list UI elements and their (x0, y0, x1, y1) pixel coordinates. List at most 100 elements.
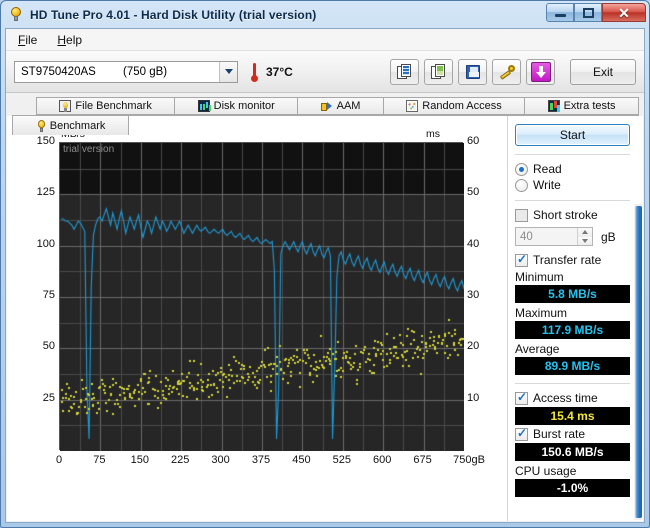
short-stroke-unit: gB (601, 229, 616, 244)
chevron-down-icon (582, 238, 588, 243)
scrollbar-thumb[interactable] (635, 206, 642, 518)
drive-model-label: ST9750420AS (21, 65, 96, 78)
aam-icon (320, 100, 333, 112)
x-tick: 675 (413, 454, 432, 466)
minimum-value: 5.8 MB/s (515, 285, 630, 303)
x-tick: 600 (373, 454, 392, 466)
average-label: Average (515, 342, 560, 356)
tab-benchmark[interactable]: Benchmark (12, 115, 130, 135)
menu-item-help[interactable]: Help (53, 31, 92, 49)
window-frame: HD Tune Pro 4.01 - Hard Disk Utility (tr… (0, 0, 650, 528)
divider-1 (515, 154, 630, 155)
tab-aam-label: AAM (336, 100, 361, 112)
copy-to-clipboard-button[interactable] (390, 58, 419, 85)
benchmark-icon (36, 119, 46, 132)
options-button[interactable] (492, 58, 521, 85)
y-tick-right: 40 (467, 237, 480, 250)
checkbox-short-stroke[interactable]: Short stroke (515, 208, 630, 222)
y-tick-right: 10 (467, 391, 480, 404)
copy-image-icon (430, 63, 447, 80)
checkbox-transfer-rate[interactable]: Transfer rate (515, 252, 630, 267)
toolbar-buttons: Exit (390, 58, 636, 85)
y-tick-right: 30 (467, 289, 480, 301)
random-access-icon (406, 100, 419, 112)
tab-row-secondary: File Benchmark Disk monitor AAM Random A… (12, 97, 639, 115)
burst-rate-label: Burst rate (533, 427, 586, 441)
checkbox-access-time[interactable]: Access time (515, 390, 630, 405)
minimize-button[interactable] (546, 3, 574, 22)
average-value: 89.9 MB/s (515, 357, 630, 375)
close-button[interactable]: ✕ (602, 3, 646, 22)
divider-3 (515, 383, 630, 384)
disk-monitor-icon (197, 100, 210, 112)
drive-select[interactable]: ST9750420AS (750 gB) (14, 60, 238, 83)
start-button[interactable]: Start (515, 124, 630, 146)
window-title: HD Tune Pro 4.01 - Hard Disk Utility (tr… (30, 7, 317, 22)
download-button[interactable] (526, 58, 555, 85)
window-controls: ✕ (546, 3, 646, 22)
x-tick: 150 (130, 454, 149, 466)
titlebar: HD Tune Pro 4.01 - Hard Disk Utility (tr… (1, 1, 649, 28)
stepper-up-button[interactable] (577, 228, 592, 237)
tab-random-access-label: Random Access (422, 100, 502, 112)
cpu-usage-label: CPU usage (515, 464, 577, 478)
plot-canvas (60, 143, 464, 451)
access-time-checkbox[interactable] (515, 390, 528, 405)
cpu-usage-value: -1.0% (515, 479, 630, 497)
tab-aam[interactable]: AAM (297, 97, 384, 115)
tab-random-access[interactable]: Random Access (382, 97, 526, 115)
menu-file-rest: ile (25, 32, 38, 47)
checkbox-burst-rate[interactable]: Burst rate (515, 426, 630, 441)
minimum-label: Minimum (515, 270, 564, 284)
drive-capacity-label: (750 gB) (123, 65, 168, 78)
y-tick-right: 50 (467, 186, 480, 199)
floppy-disk-icon (465, 64, 480, 79)
tab-extra-tests[interactable]: Extra tests (524, 97, 639, 115)
x-tick: 75 (93, 454, 106, 466)
y-tick-left: 25 (42, 391, 55, 404)
short-stroke-stepper[interactable]: 40 (515, 227, 593, 246)
short-stroke-label: Short stroke (533, 208, 598, 222)
app-root: HD Tune Pro 4.01 - Hard Disk Utility (tr… (0, 0, 650, 528)
y-axis-right-unit: ms (426, 128, 440, 140)
y-tick-left: 75 (42, 289, 55, 301)
maximize-button[interactable] (574, 3, 602, 22)
burst-rate-checkbox[interactable] (515, 426, 528, 441)
file-benchmark-icon (59, 100, 72, 112)
menu-help-rest: elp (66, 32, 83, 47)
burst-rate-value: 150.6 MB/s (515, 443, 630, 461)
control-panel: Start Read Write Short stroke 40 gB ✓ Tr… (507, 116, 637, 521)
radio-write-indicator[interactable] (515, 178, 528, 192)
short-stroke-row: 40 gB (515, 227, 630, 246)
radio-read[interactable]: Read (515, 162, 630, 176)
menu-item-file[interactable]: File (14, 31, 47, 49)
radio-write[interactable]: Write (515, 178, 630, 192)
stepper-down-button[interactable] (577, 236, 592, 245)
save-button[interactable] (458, 58, 487, 85)
extra-tests-icon (547, 100, 560, 112)
tab-disk-monitor-label: Disk monitor (213, 100, 275, 112)
exit-button[interactable]: Exit (570, 58, 636, 85)
maximize-icon (582, 7, 594, 18)
radio-read-indicator[interactable] (515, 162, 528, 176)
short-stroke-value: 40 (520, 230, 533, 243)
y-tick-left: 150 (36, 135, 55, 147)
trial-watermark: trial version (63, 144, 115, 155)
vertical-scrollbar[interactable] (634, 204, 642, 520)
y-tick-right: 20 (467, 340, 480, 353)
menubar: File Help (6, 29, 644, 51)
y-tick-left: 50 (42, 340, 55, 353)
chevron-down-icon[interactable] (219, 61, 237, 82)
transfer-rate-label: Transfer rate (533, 253, 602, 267)
short-stroke-checkbox[interactable] (515, 208, 528, 222)
divider-2 (515, 200, 630, 201)
tab-file-benchmark[interactable]: File Benchmark (36, 97, 176, 115)
stepper-buttons[interactable] (577, 228, 592, 245)
transfer-rate-checkbox[interactable] (515, 252, 528, 267)
copy-image-button[interactable] (424, 58, 453, 85)
y-tick-right: 60 (467, 135, 480, 147)
x-tick: 525 (332, 454, 351, 466)
tab-file-benchmark-label: File Benchmark (75, 100, 152, 112)
close-icon: ✕ (618, 4, 630, 21)
tab-disk-monitor[interactable]: Disk monitor (174, 97, 299, 115)
